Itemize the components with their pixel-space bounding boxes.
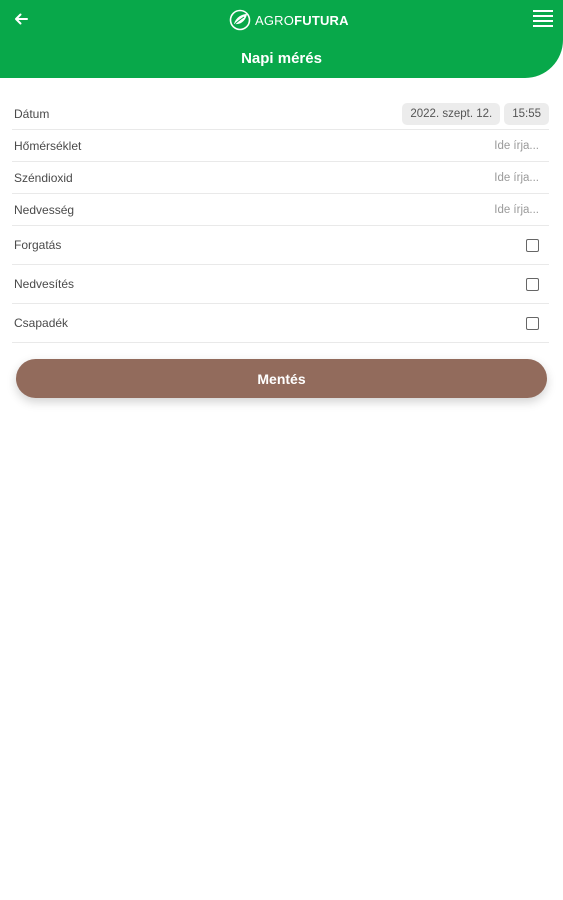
- logo-text: AGROFUTURA: [255, 13, 349, 28]
- precipitation-checkbox[interactable]: [526, 316, 539, 330]
- humidity-label: Nedvesség: [14, 202, 75, 217]
- rotation-row: Forgatás: [12, 226, 549, 265]
- humidity-row: Nedvesség: [12, 194, 549, 226]
- page-title: Napi mérés: [241, 50, 322, 67]
- precipitation-row: Csapadék: [12, 304, 549, 343]
- temperature-label: Hőmérséklet: [14, 138, 82, 153]
- co2-label: Széndioxid: [14, 170, 73, 185]
- wetting-label: Nedvesítés: [14, 277, 75, 291]
- co2-row: Széndioxid: [12, 162, 549, 194]
- humidity-input[interactable]: [419, 203, 549, 216]
- rotation-checkbox[interactable]: [526, 238, 539, 252]
- wetting-checkbox[interactable]: [526, 277, 539, 291]
- date-picker[interactable]: 2022. szept. 12.: [402, 102, 501, 125]
- measurement-form: Dátum 2022. szept. 12. 15:55 Hőmérséklet…: [12, 98, 549, 343]
- back-button[interactable]: [10, 8, 32, 30]
- precipitation-label: Csapadék: [14, 316, 69, 330]
- date-label: Dátum: [14, 106, 50, 121]
- logo-text-light: AGRO: [255, 12, 295, 28]
- agrofutura-logo: AGROFUTURA: [229, 7, 349, 33]
- date-time-group: 2022. szept. 12. 15:55: [402, 102, 549, 125]
- rotation-label: Forgatás: [14, 238, 62, 252]
- save-button[interactable]: Mentés: [16, 359, 547, 398]
- logo-text-bold: FUTURA: [294, 12, 349, 28]
- hamburger-menu-icon: [533, 10, 553, 27]
- leaf-logo-icon: [229, 9, 251, 31]
- menu-button[interactable]: [533, 10, 553, 30]
- temperature-row: Hőmérséklet: [12, 130, 549, 162]
- temperature-input[interactable]: [419, 139, 549, 152]
- date-row: Dátum 2022. szept. 12. 15:55: [12, 98, 549, 130]
- header-curve-mask: [0, 78, 563, 90]
- time-picker[interactable]: 15:55: [504, 102, 549, 125]
- arrow-left-icon: [15, 13, 28, 25]
- co2-input[interactable]: [419, 171, 549, 184]
- wetting-row: Nedvesítés: [12, 265, 549, 304]
